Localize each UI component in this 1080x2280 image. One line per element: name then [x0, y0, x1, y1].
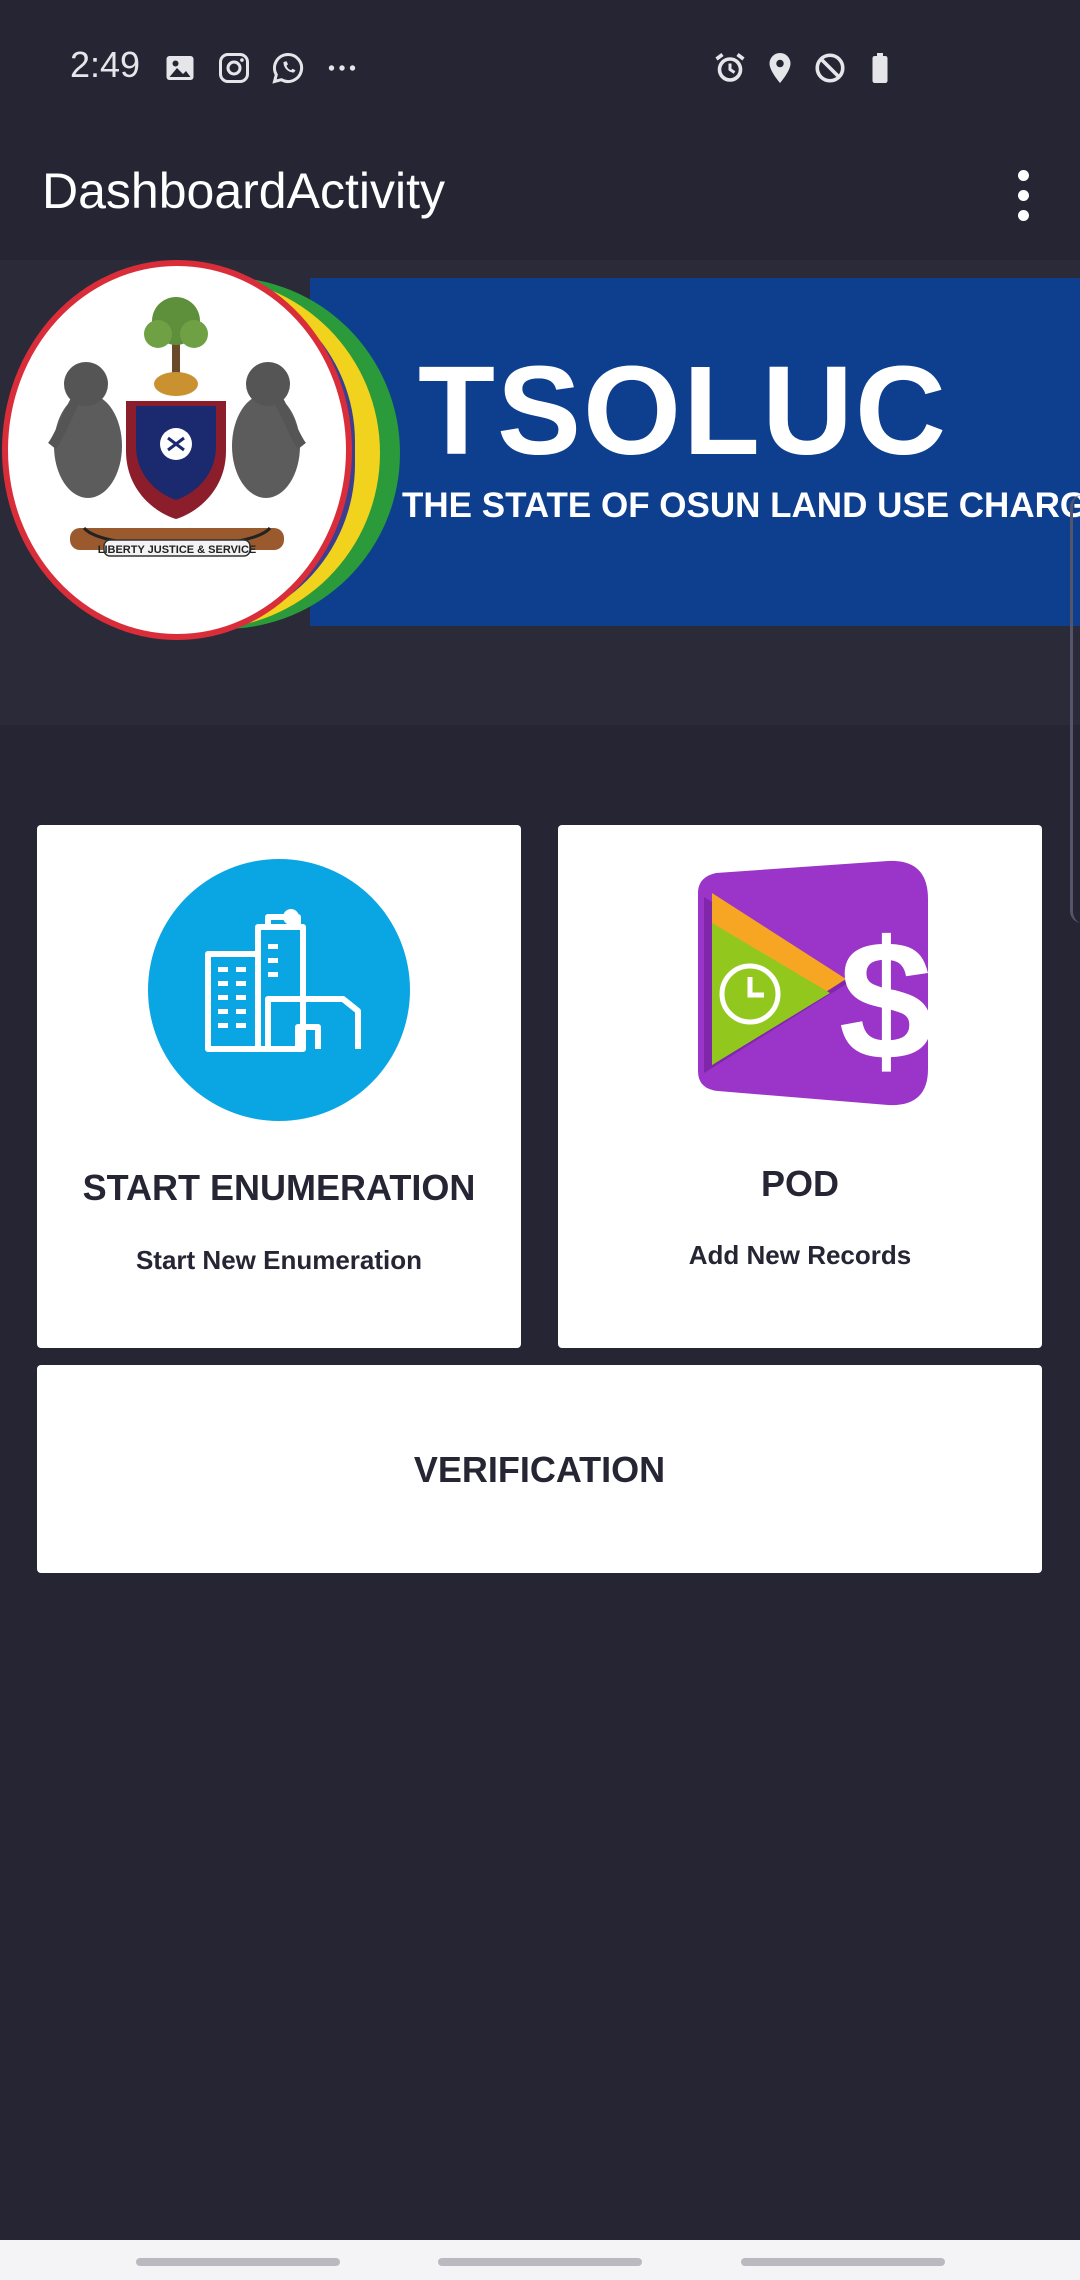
card-subtitle: Start New Enumeration	[135, 1245, 423, 1275]
card-title: START ENUMERATION	[82, 1167, 476, 1208]
banner-title: TSOLUC	[418, 340, 948, 481]
page-title: DashboardActivity	[42, 163, 445, 219]
status-bar: 2:49	[0, 0, 1080, 130]
tsoluc-banner: LIBERTY JUSTICE & SERVICE TSOLUC THE STA…	[0, 260, 1080, 640]
home-button[interactable]	[438, 2258, 642, 2266]
location-icon	[769, 53, 791, 83]
pod-card[interactable]: $ POD Add New Records	[558, 825, 1042, 1348]
alarm-icon	[715, 53, 745, 82]
gallery-icon	[166, 56, 194, 80]
do-not-disturb-icon	[815, 53, 845, 83]
recents-button[interactable]	[136, 2258, 340, 2266]
card-subtitle: Add New Records	[688, 1240, 912, 1270]
svg-text:$: $	[839, 906, 928, 1096]
start-enumeration-card[interactable]: START ENUMERATION Start New Enumeration	[37, 825, 521, 1348]
instagram-icon	[219, 53, 249, 83]
card-title: POD	[760, 1163, 839, 1204]
system-icons	[712, 50, 898, 86]
back-button[interactable]	[741, 2258, 945, 2266]
status-time: 2:49	[70, 44, 141, 85]
overflow-menu-icon[interactable]	[1005, 160, 1041, 230]
seal-motto: LIBERTY JUSTICE & SERVICE	[98, 544, 257, 556]
more-notifications-icon	[328, 65, 356, 71]
scroll-edge-indicator	[1070, 495, 1080, 923]
navigation-bar	[0, 2240, 1080, 2280]
buildings-icon	[148, 859, 410, 1121]
pod-payment-icon: $	[698, 860, 928, 1106]
coat-of-arms-seal: LIBERTY JUSTICE & SERVICE	[2, 260, 352, 640]
banner-subtitle: THE STATE OF OSUN LAND USE CHARGE	[402, 486, 1080, 525]
battery-icon	[872, 53, 888, 83]
app-bar: DashboardActivity	[0, 130, 1080, 260]
coat-of-arms-icon: LIBERTY JUSTICE & SERVICE	[47, 297, 307, 557]
whatsapp-icon	[272, 52, 304, 84]
verification-card[interactable]: VERIFICATION	[37, 1365, 1042, 1573]
notification-icons	[162, 50, 360, 86]
card-title: VERIFICATION	[413, 1449, 666, 1490]
